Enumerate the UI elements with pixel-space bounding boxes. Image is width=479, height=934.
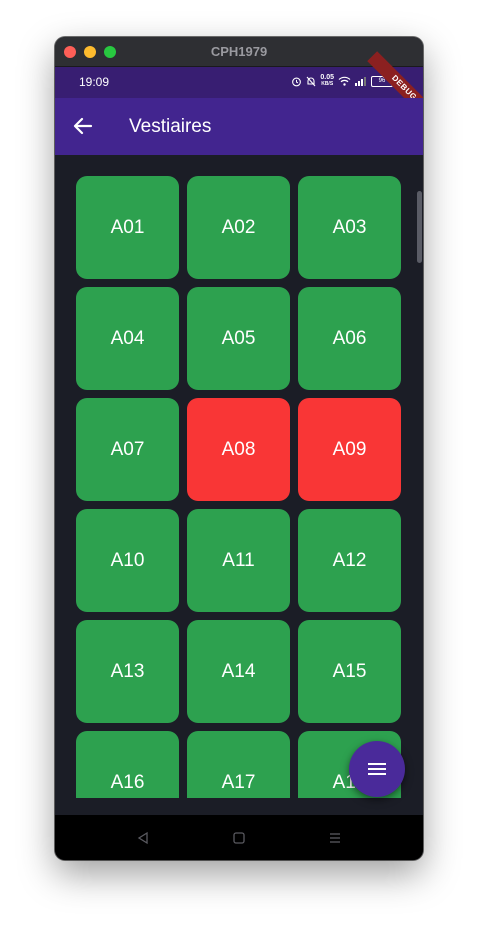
locker-label: A15 — [332, 660, 367, 682]
locker-label: A12 — [332, 549, 367, 571]
locker-tile-a09[interactable]: A09 — [298, 398, 401, 501]
scrollbar-thumb[interactable] — [417, 191, 422, 263]
locker-tile-a07[interactable]: A07 — [76, 398, 179, 501]
back-button[interactable] — [71, 114, 95, 138]
locker-grid: A01 A02 A03 A04 A05 A06 A07 A08 A09 A10 A11 A12 A13 A… — [76, 176, 401, 798]
network-speed-unit: KB/S — [321, 81, 334, 87]
app-bar: Vestiaires — [55, 98, 423, 155]
locker-label: A13 — [110, 660, 145, 682]
locker-label: A17 — [221, 771, 256, 793]
locker-tile-a01[interactable]: A01 — [76, 176, 179, 279]
nav-recents-button[interactable] — [320, 823, 350, 853]
nav-back-button[interactable] — [128, 823, 158, 853]
menu-fab-button[interactable] — [349, 741, 405, 797]
locker-label: A01 — [110, 216, 145, 238]
page-title: Vestiaires — [129, 116, 212, 137]
android-nav-bar — [55, 815, 423, 860]
status-time: 19:09 — [79, 75, 110, 89]
wifi-icon — [338, 76, 351, 86]
nav-home-icon — [233, 831, 245, 844]
locker-tile-a11[interactable]: A11 — [187, 509, 290, 612]
locker-tile-a04[interactable]: A04 — [76, 287, 179, 390]
locker-tile-a13[interactable]: A13 — [76, 620, 179, 723]
locker-tile-a16[interactable]: A16 — [76, 731, 179, 798]
network-speed: 0.05 KB/S — [320, 74, 334, 88]
status-bar: 19:09 0.05 KB/S 96 — [55, 67, 423, 98]
alarm-icon — [292, 77, 302, 86]
window-title: CPH1979 — [210, 44, 268, 59]
locker-tile-a08[interactable]: A08 — [187, 398, 290, 501]
locker-label: A08 — [221, 438, 256, 460]
locker-tile-a06[interactable]: A06 — [298, 287, 401, 390]
locker-label: A06 — [332, 327, 367, 349]
locker-tile-a12[interactable]: A12 — [298, 509, 401, 612]
signal-icon — [355, 77, 366, 86]
nav-recents-icon — [330, 832, 340, 843]
nav-home-button[interactable] — [224, 823, 254, 853]
locker-label: A16 — [110, 771, 145, 793]
locker-label: A05 — [221, 327, 256, 349]
locker-tile-a14[interactable]: A14 — [187, 620, 290, 723]
locker-label: A11 — [222, 549, 255, 571]
locker-label: A03 — [332, 216, 367, 238]
locker-label: A02 — [221, 216, 256, 238]
arrow-back-icon — [73, 117, 93, 135]
locker-tile-a05[interactable]: A05 — [187, 287, 290, 390]
locker-label: A10 — [110, 549, 145, 571]
status-icons: 0.05 KB/S 96 — [291, 74, 393, 88]
locker-list[interactable]: A01 A02 A03 A04 A05 A06 A07 A08 A09 A10 A11 A12 A13 A… — [55, 155, 423, 798]
locker-label: A14 — [221, 660, 256, 682]
nav-back-icon — [137, 831, 148, 844]
locker-tile-a03[interactable]: A03 — [298, 176, 401, 279]
network-speed-value: 0.05 — [320, 74, 334, 81]
menu-icon — [368, 763, 386, 775]
locker-label: A04 — [110, 327, 145, 349]
locker-label: A09 — [332, 438, 367, 460]
device-window: CPH1979 19:09 0.05 KB/S 96 DEBUG Vestiai… — [55, 37, 423, 860]
locker-label: A07 — [110, 438, 145, 460]
locker-tile-a02[interactable]: A02 — [187, 176, 290, 279]
locker-tile-a10[interactable]: A10 — [76, 509, 179, 612]
mute-icon — [306, 76, 316, 86]
locker-tile-a17[interactable]: A17 — [187, 731, 290, 798]
locker-tile-a15[interactable]: A15 — [298, 620, 401, 723]
